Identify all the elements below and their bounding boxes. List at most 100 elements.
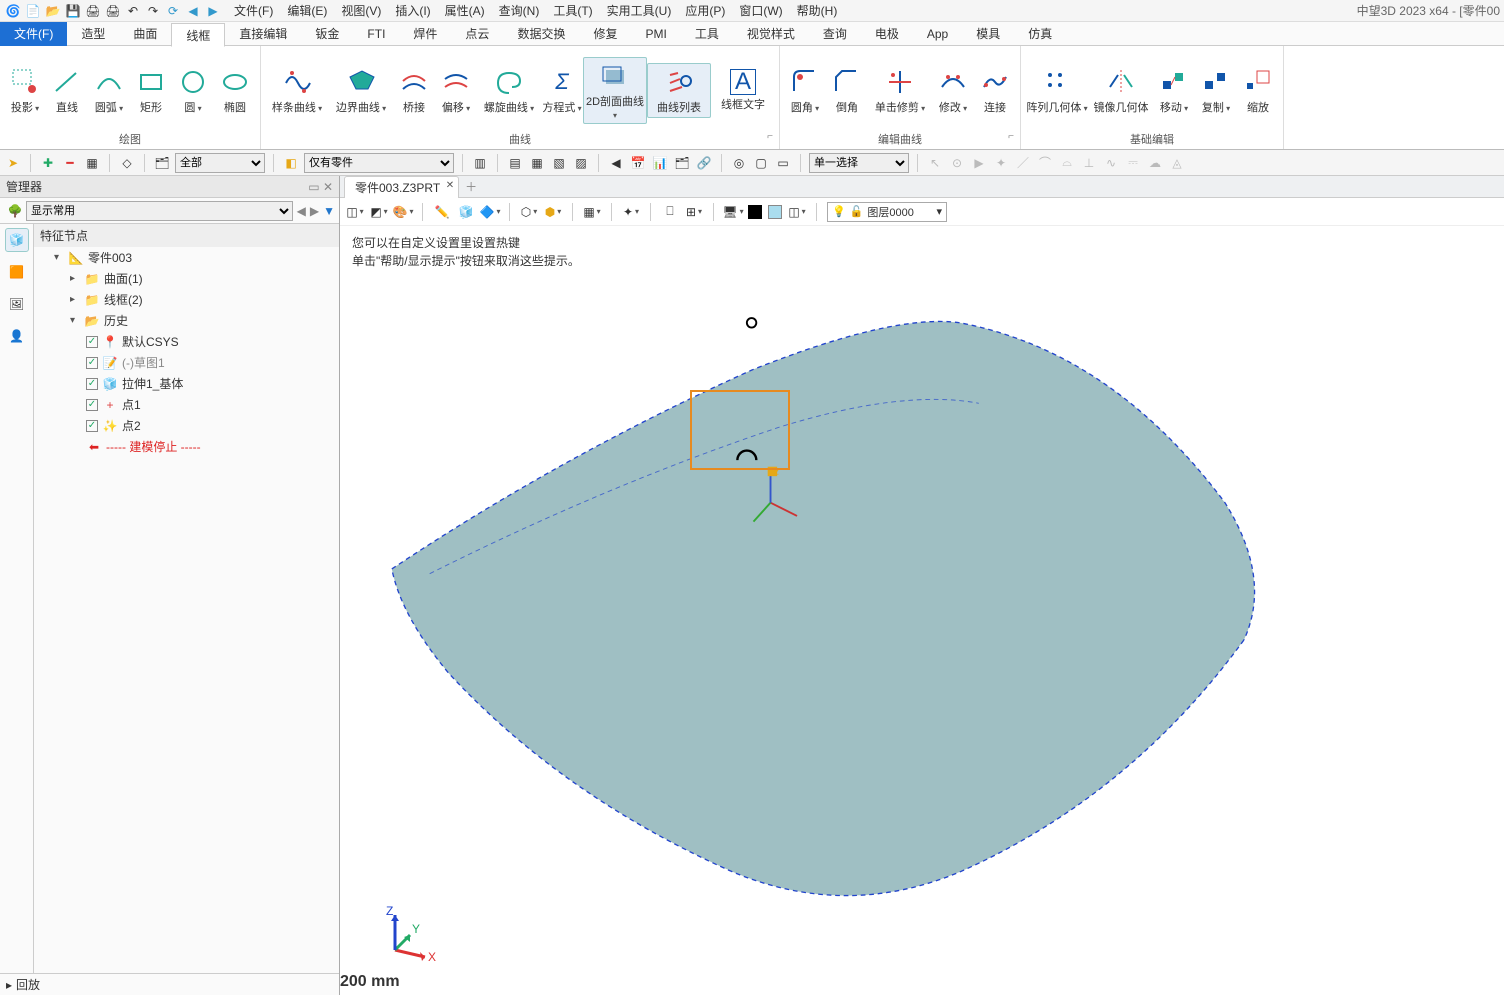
group-launcher-icon[interactable]: ⌐ — [1008, 131, 1014, 142]
tree-leaf[interactable]: ✓📍默认CSYS — [34, 331, 339, 352]
redo-icon[interactable]: ↷ — [144, 2, 162, 20]
copy-button[interactable]: 复制 — [1195, 64, 1237, 116]
view-icon[interactable]: ◫ — [788, 203, 806, 221]
close-tab-icon[interactable]: ✕ — [446, 180, 454, 191]
scale-button[interactable]: 缩放 — [1237, 64, 1279, 116]
tree-node[interactable]: ▾📂历史 — [34, 310, 339, 331]
menu-view[interactable]: 视图(V) — [341, 2, 381, 19]
tree-leaf[interactable]: ✓🧊拉伸1_基体 — [34, 373, 339, 394]
pattern-button[interactable]: 阵列几何体 — [1025, 64, 1089, 116]
view-icon[interactable]: 🖥 — [724, 203, 742, 221]
menu-file[interactable]: 文件(F) — [234, 2, 273, 19]
tree-leaf[interactable]: ✓📝(-)草图1 — [34, 352, 339, 373]
tb-icon[interactable]: ↖ — [926, 154, 944, 172]
ribbon-tab-tool[interactable]: 工具 — [681, 22, 733, 46]
remove-icon[interactable]: ━ — [61, 154, 79, 172]
spline-button[interactable]: 样条曲线 — [265, 64, 329, 116]
tb-icon[interactable]: ▢ — [752, 154, 770, 172]
view-icon[interactable]: 🔷 — [481, 203, 499, 221]
tb-icon[interactable]: ⊙ — [948, 154, 966, 172]
equation-button[interactable]: Σ方程式 — [541, 64, 583, 116]
curvelist-button[interactable]: 曲线列表 — [647, 63, 711, 117]
filter1-select[interactable]: 全部 — [175, 153, 265, 173]
tb-icon[interactable]: ／ — [1014, 154, 1032, 172]
tree-leaf[interactable]: ✓+点1 — [34, 394, 339, 415]
arc-button[interactable]: 圆弧 — [88, 64, 130, 116]
ribbon-tab-shape[interactable]: 造型 — [67, 22, 119, 46]
tree-stop[interactable]: ⬅----- 建模停止 ----- — [34, 436, 339, 457]
move-button[interactable]: 移动 — [1153, 64, 1195, 116]
refresh-icon[interactable]: ⟳ — [164, 2, 182, 20]
view-icon[interactable]: 🎨 — [394, 203, 412, 221]
filter-icon[interactable]: ▼ — [323, 204, 335, 218]
tb-icon[interactable]: ⌓ — [1058, 154, 1076, 172]
circle-button[interactable]: 圆 — [172, 64, 214, 116]
tb-icon[interactable]: ◬ — [1168, 154, 1186, 172]
ribbon-tab-electrode[interactable]: 电极 — [861, 22, 913, 46]
select-mode[interactable]: 单一选择 — [809, 153, 909, 173]
cursor-icon[interactable]: ➤ — [4, 154, 22, 172]
tb-icon[interactable]: ▧ — [550, 154, 568, 172]
fillet-button[interactable]: 圆角 — [784, 64, 826, 116]
collapse-icon[interactable]: ▭ — [308, 180, 319, 194]
ellipse-button[interactable]: 椭圆 — [214, 64, 256, 116]
ribbon-tab-sim[interactable]: 仿真 — [1014, 22, 1066, 46]
display-filter-select[interactable]: 显示常用 — [26, 201, 293, 221]
nav-fwd-icon[interactable]: ▶ — [310, 204, 319, 218]
offset-button[interactable]: 偏移 — [435, 64, 477, 116]
tb-icon[interactable]: ▶ — [970, 154, 988, 172]
model-viewport[interactable]: z — [340, 266, 1504, 995]
view-icon[interactable]: ◩ — [370, 203, 388, 221]
tb-icon[interactable]: 🗂 — [673, 154, 691, 172]
wireframetext-button[interactable]: A线框文字 — [711, 67, 775, 113]
ribbon-tab-query[interactable]: 查询 — [809, 22, 861, 46]
tree-root[interactable]: ▾📐零件003 — [34, 247, 339, 268]
ribbon-tab-wireframe[interactable]: 线框 — [171, 23, 225, 47]
tb-icon[interactable]: ◀ — [607, 154, 625, 172]
chamfer-button[interactable]: 倒角 — [826, 64, 868, 116]
new-icon[interactable]: 📄 — [24, 2, 42, 20]
modify-button[interactable]: 修改 — [932, 64, 974, 116]
trim-button[interactable]: 单击修剪 — [868, 64, 932, 116]
rect-button[interactable]: 矩形 — [130, 64, 172, 116]
nav-back-icon[interactable]: ◀ — [297, 204, 306, 218]
ribbon-tab-app[interactable]: App — [913, 22, 962, 46]
side-layer-icon[interactable]: 🟧 — [5, 260, 29, 284]
menu-insert[interactable]: 插入(I) — [395, 2, 430, 19]
ribbon-tab-pmi[interactable]: PMI — [631, 22, 680, 46]
project-button[interactable]: 投影 — [4, 64, 46, 116]
tb-icon[interactable]: ⊥ — [1080, 154, 1098, 172]
add-tab-icon[interactable]: ＋ — [465, 178, 477, 195]
view-icon[interactable]: ⬡ — [520, 203, 538, 221]
view-icon[interactable]: ▦ — [583, 203, 601, 221]
ribbon-tab-pointcloud[interactable]: 点云 — [451, 22, 503, 46]
connect-button[interactable]: 连接 — [974, 64, 1016, 116]
undo-icon[interactable]: ↶ — [124, 2, 142, 20]
side-view-icon[interactable]: 🖼 — [5, 292, 29, 316]
menu-help[interactable]: 帮助(H) — [797, 2, 838, 19]
menu-window[interactable]: 窗口(W) — [739, 2, 782, 19]
view-icon[interactable]: ⊞ — [685, 203, 703, 221]
color-black-icon[interactable] — [748, 205, 762, 219]
tb-icon[interactable]: ▤ — [506, 154, 524, 172]
ribbon-tab-exchange[interactable]: 数据交换 — [503, 22, 579, 46]
ribbon-tab-fti[interactable]: FTI — [353, 22, 399, 46]
ribbon-tab-repair[interactable]: 修复 — [579, 22, 631, 46]
next-icon[interactable]: ▶ — [204, 2, 222, 20]
boundary-button[interactable]: 边界曲线 — [329, 64, 393, 116]
tb-icon[interactable]: ◎ — [730, 154, 748, 172]
tb-icon[interactable]: ☁ — [1146, 154, 1164, 172]
view-icon[interactable]: 🧊 — [457, 203, 475, 221]
playback-expand-icon[interactable]: ▸ — [6, 978, 12, 992]
tb-icon[interactable]: 🔗 — [695, 154, 713, 172]
ribbon-tab-visual[interactable]: 视觉样式 — [733, 22, 809, 46]
cube-icon[interactable]: ◧ — [282, 154, 300, 172]
open-icon[interactable]: 📂 — [44, 2, 62, 20]
menu-app[interactable]: 应用(P) — [685, 2, 725, 19]
print-icon[interactable]: 🖨 — [84, 2, 102, 20]
side-tree-icon[interactable]: 🧊 — [5, 228, 29, 252]
filter2-select[interactable]: 仅有零件 — [304, 153, 454, 173]
line-button[interactable]: 直线 — [46, 64, 88, 116]
prev-icon[interactable]: ◀ — [184, 2, 202, 20]
view-icon[interactable]: ⎕ — [661, 203, 679, 221]
